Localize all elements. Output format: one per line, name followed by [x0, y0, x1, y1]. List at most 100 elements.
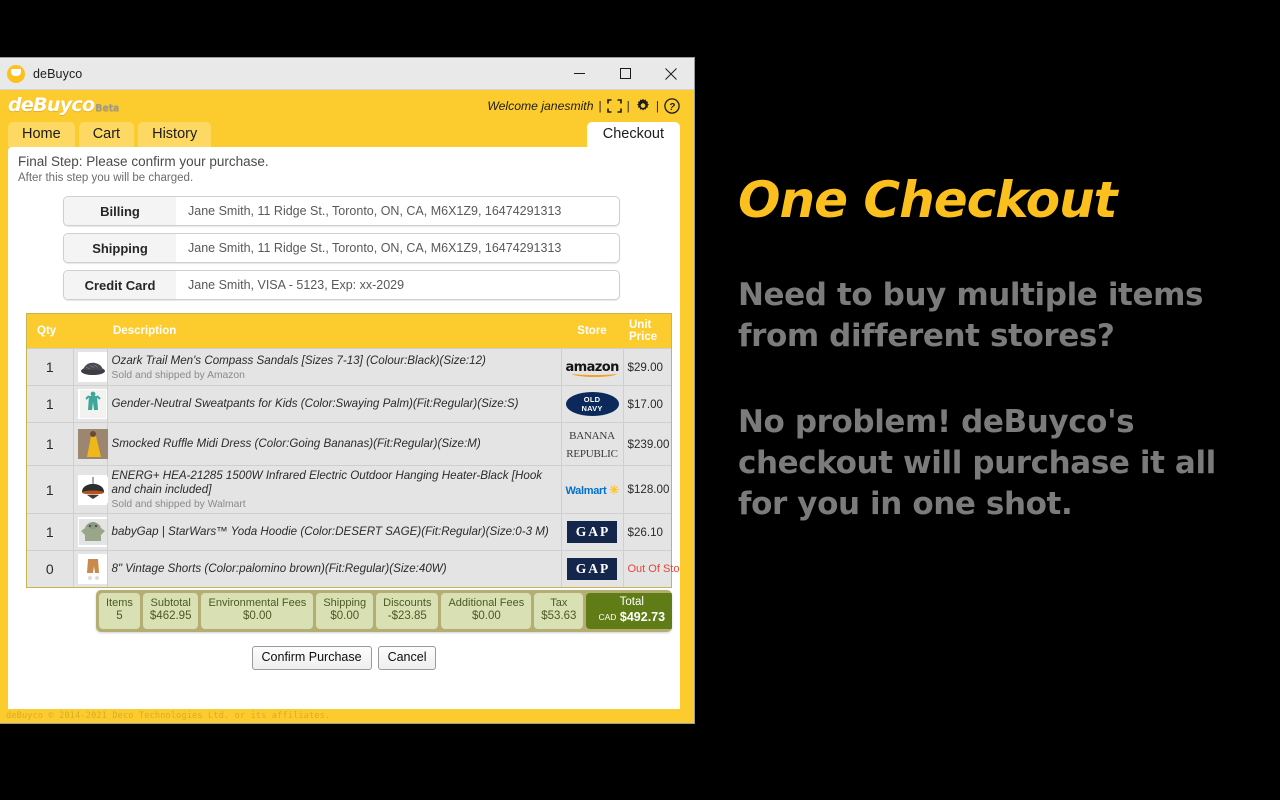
action-button-row: Confirm Purchase Cancel — [8, 645, 680, 671]
old-navy-logo-icon: OLD NAVY — [565, 392, 619, 417]
brand-header: deBuycoBeta Welcome janesmith | | | ? — [0, 90, 694, 121]
totals-grand-total-value: CAD $492.73 — [598, 610, 665, 625]
gear-icon[interactable] — [635, 98, 651, 114]
sweatpants-thumbnail — [77, 389, 108, 420]
maximize-button[interactable] — [602, 58, 648, 90]
promo-panel: One Checkout Need to buy multiple items … — [738, 175, 1258, 525]
header-separator-1: | — [598, 98, 602, 113]
promo-paragraph-2-line-3: for you in one shot. — [738, 485, 1073, 522]
promo-paragraph-1: Need to buy multiple items from differen… — [738, 275, 1258, 357]
footer-copyright: deBuyco © 2014-2021 Deco Technologies Lt… — [6, 711, 331, 721]
tab-checkout[interactable]: Checkout — [586, 121, 680, 147]
header-unit-price: Unit Price — [623, 314, 671, 349]
totals-discounts-value: -$23.85 — [387, 610, 427, 623]
header-unit-price-line2: Price — [629, 331, 658, 344]
row-qty: 1 — [27, 385, 74, 423]
tab-home[interactable]: Home — [8, 121, 75, 147]
window-titlebar: deBuyco — [0, 58, 694, 90]
help-icon[interactable]: ? — [664, 97, 680, 114]
table-row[interactable]: 1 Smocked Ruffle Midi Dress (Color:Going… — [27, 422, 671, 466]
row-out-of-stock-badge: Out Of Stock — [623, 550, 680, 588]
row-description-cell: ENERG+ HEA-21285 1500W Infrared Electric… — [107, 465, 562, 514]
billing-label: Billing — [64, 197, 176, 225]
row-thumbnail-cell — [73, 513, 108, 551]
tab-history[interactable]: History — [138, 121, 212, 147]
close-button[interactable] — [648, 58, 694, 90]
row-thumbnail-cell — [73, 550, 108, 588]
totals-items: Items 5 — [99, 593, 140, 629]
promo-paragraph-1-line-2: from different stores? — [738, 317, 1115, 354]
row-thumbnail-cell — [73, 348, 108, 386]
confirm-purchase-button[interactable]: Confirm Purchase — [251, 645, 372, 671]
header-thumbnail — [73, 314, 107, 349]
totals-shipping: Shipping $0.00 — [316, 593, 374, 629]
minimize-button[interactable] — [556, 58, 602, 90]
totals-summary-bar: Items 5 Subtotal $462.95 Environmental F… — [96, 590, 672, 632]
table-row[interactable]: 1 Ozark Trail Men's Compass Sandals [Siz… — [27, 348, 671, 386]
debuyco-app-window: deBuyco deBuycoBeta Welcome janesmith | — [0, 58, 694, 723]
row-store-cell: amazon — [561, 348, 624, 386]
shorts-thumbnail — [77, 554, 108, 585]
app-logo-icon — [7, 64, 25, 83]
fullscreen-icon[interactable] — [606, 98, 622, 113]
order-items-table: Qty Description Store Unit Price 1 Ozark… — [27, 314, 680, 588]
svg-text:?: ? — [669, 102, 675, 113]
row-store-cell: OLD NAVY — [561, 385, 624, 423]
totals-discounts-label: Discounts — [383, 597, 432, 610]
page-title: Final Step: Please confirm your purchase… — [18, 154, 269, 169]
totals-discounts: Discounts -$23.85 — [376, 593, 439, 629]
row-description: babyGap | StarWars™ Yoda Hoodie (Color:D… — [111, 525, 549, 539]
totals-additional-fees-label: Additional Fees — [448, 597, 525, 610]
table-row[interactable]: 1 — [27, 385, 671, 423]
main-tabbar: Home Cart History Checkout — [0, 121, 694, 147]
shipping-row[interactable]: Shipping Jane Smith, 11 Ridge St., Toron… — [63, 233, 620, 263]
totals-tax-value: $53.63 — [541, 610, 577, 623]
credit-card-row[interactable]: Credit Card Jane Smith, VISA - 5123, Exp… — [63, 270, 620, 300]
sandal-thumbnail — [77, 352, 108, 383]
table-header-row: Qty Description Store Unit Price — [27, 314, 671, 349]
row-store-cell: GAP — [561, 550, 624, 588]
header-separator-3: | — [655, 98, 659, 113]
hoodie-thumbnail — [77, 517, 108, 548]
brand-logo[interactable]: deBuycoBeta — [8, 96, 119, 115]
row-description: 8" Vintage Shorts (Color:palomino brown)… — [111, 562, 447, 576]
header-unit-price-line1: Unit — [629, 319, 652, 331]
dress-thumbnail — [77, 429, 108, 460]
row-description-sub: Sold and shipped by Walmart — [111, 499, 246, 511]
amazon-logo-icon: amazon — [565, 359, 619, 377]
promo-paragraph-2-line-2: checkout will purchase it all — [738, 444, 1216, 481]
cancel-button[interactable]: Cancel — [377, 645, 437, 671]
tab-cart[interactable]: Cart — [78, 121, 135, 147]
totals-shipping-label: Shipping — [323, 597, 367, 610]
totals-subtotal-label: Subtotal — [150, 597, 191, 610]
totals-items-value: 5 — [116, 610, 123, 623]
totals-grand-total-label: Total — [619, 596, 644, 609]
row-description-cell: Gender-Neutral Sweatpants for Kids (Colo… — [107, 385, 562, 423]
table-row[interactable]: 0 8" Vintage Shorts (Color:palomino brow… — [27, 550, 680, 588]
header-separator-2: | — [626, 98, 630, 113]
shipping-label: Shipping — [64, 234, 176, 262]
row-thumbnail-cell — [73, 385, 108, 423]
table-row[interactable]: 1 — [27, 465, 671, 514]
row-description-cell: 8" Vintage Shorts (Color:palomino brown)… — [107, 550, 562, 588]
header-store: Store — [561, 314, 623, 349]
table-row[interactable]: 1 — [27, 513, 671, 551]
billing-row[interactable]: Billing Jane Smith, 11 Ridge St., Toront… — [63, 196, 620, 226]
beta-badge: Beta — [95, 103, 120, 114]
welcome-text: Welcome janesmith — [487, 98, 594, 113]
row-thumbnail-cell — [73, 465, 108, 514]
gap-logo-icon: GAP — [566, 521, 618, 544]
row-description: Ozark Trail Men's Compass Sandals [Sizes… — [111, 353, 486, 367]
screen-root: deBuyco deBuycoBeta Welcome janesmith | — [0, 0, 1280, 800]
totals-additional-fees: Additional Fees $0.00 — [441, 593, 532, 629]
header-right-group: Welcome janesmith | | | ? — [487, 97, 680, 114]
row-qty: 1 — [27, 348, 74, 386]
row-description-cell: Ozark Trail Men's Compass Sandals [Sizes… — [107, 348, 562, 386]
checkout-page: Final Step: Please confirm your purchase… — [8, 147, 680, 709]
row-description: Gender-Neutral Sweatpants for Kids (Colo… — [111, 397, 519, 411]
row-qty: 1 — [27, 465, 74, 514]
walmart-logo-icon: Walmart ✳ — [566, 483, 620, 497]
header-qty: Qty — [27, 314, 73, 349]
row-qty: 1 — [27, 513, 74, 551]
promo-title: One Checkout — [738, 171, 1118, 229]
